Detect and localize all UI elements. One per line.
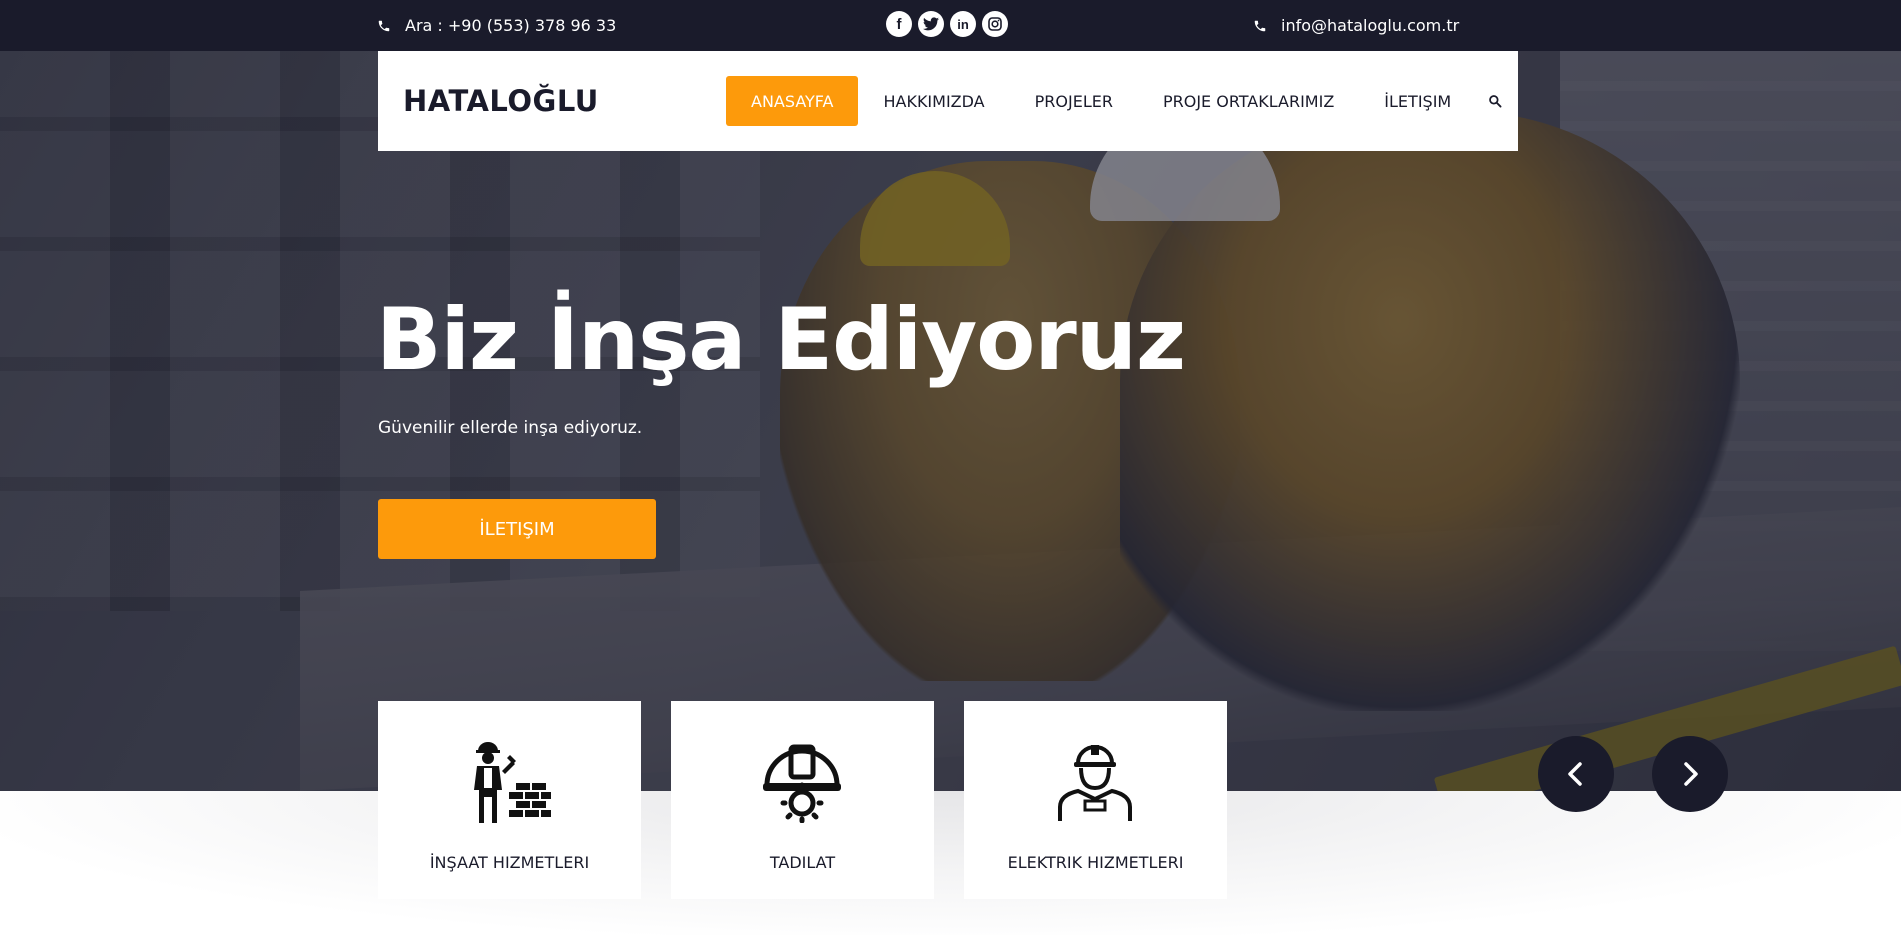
slider-prev-button[interactable] bbox=[1538, 736, 1614, 812]
social-links: f in bbox=[886, 11, 1008, 37]
engineer-icon bbox=[1058, 745, 1132, 821]
service-label: TADILAT bbox=[769, 853, 836, 872]
email-address: info@hataloglu.com.tr bbox=[1281, 16, 1460, 35]
hero-subtitle: Güvenilir ellerde inşa ediyoruz. bbox=[378, 418, 643, 438]
top-bar: Ara : +90 (553) 378 96 33 f in info@hata… bbox=[0, 0, 1901, 51]
main-menu: ANASAYFA HAKKIMIZDA PROJELER PROJE ORTAK… bbox=[726, 76, 1514, 126]
linkedin-icon[interactable]: in bbox=[950, 11, 976, 37]
search-icon[interactable] bbox=[1476, 76, 1514, 126]
nav-item-anasayfa[interactable]: ANASAYFA bbox=[726, 76, 859, 126]
hero-title: Biz İnşa Ediyoruz bbox=[376, 290, 1186, 390]
service-cards: İNŞAAT HIZMETLERI TADILAT ELEKTRIK HIZME… bbox=[378, 701, 1227, 899]
slider-next-button[interactable] bbox=[1652, 736, 1728, 812]
chevron-left-icon bbox=[1568, 762, 1582, 786]
hero-banner bbox=[0, 51, 1901, 791]
helmet-gear-icon bbox=[763, 744, 841, 823]
construction-worker-icon bbox=[474, 742, 551, 823]
nav-item-iletisim[interactable]: İLETIŞIM bbox=[1359, 76, 1476, 126]
nav-item-proje-ortaklarimiz[interactable]: PROJE ORTAKLARIMIZ bbox=[1138, 76, 1359, 126]
service-card-tadilat[interactable]: TADILAT bbox=[671, 701, 934, 899]
service-card-elektrik[interactable]: ELEKTRIK HIZMETLERI bbox=[964, 701, 1227, 899]
hero-overlay bbox=[0, 51, 1901, 791]
twitter-icon[interactable] bbox=[918, 11, 944, 37]
phone-icon bbox=[378, 20, 390, 31]
site-logo[interactable]: HATALOĞLU bbox=[403, 51, 599, 151]
main-navbar: HATALOĞLU ANASAYFA HAKKIMIZDA PROJELER P… bbox=[378, 51, 1518, 151]
service-label: ELEKTRIK HIZMETLERI bbox=[1007, 853, 1184, 872]
phone-number: Ara : +90 (553) 378 96 33 bbox=[405, 16, 617, 35]
instagram-icon[interactable] bbox=[982, 11, 1008, 37]
phone-contact[interactable]: Ara : +90 (553) 378 96 33 bbox=[377, 0, 616, 51]
hero-contact-button[interactable]: İLETIŞIM bbox=[378, 499, 656, 559]
email-contact[interactable]: info@hataloglu.com.tr bbox=[1253, 0, 1459, 51]
nav-item-hakkimizda[interactable]: HAKKIMIZDA bbox=[858, 76, 1009, 126]
facebook-icon[interactable]: f bbox=[886, 11, 912, 37]
chevron-right-icon bbox=[1684, 762, 1698, 786]
nav-item-projeler[interactable]: PROJELER bbox=[1010, 76, 1138, 126]
service-label: İNŞAAT HIZMETLERI bbox=[429, 853, 590, 872]
phone-icon bbox=[1254, 20, 1266, 31]
service-card-insaat[interactable]: İNŞAAT HIZMETLERI bbox=[378, 701, 641, 899]
